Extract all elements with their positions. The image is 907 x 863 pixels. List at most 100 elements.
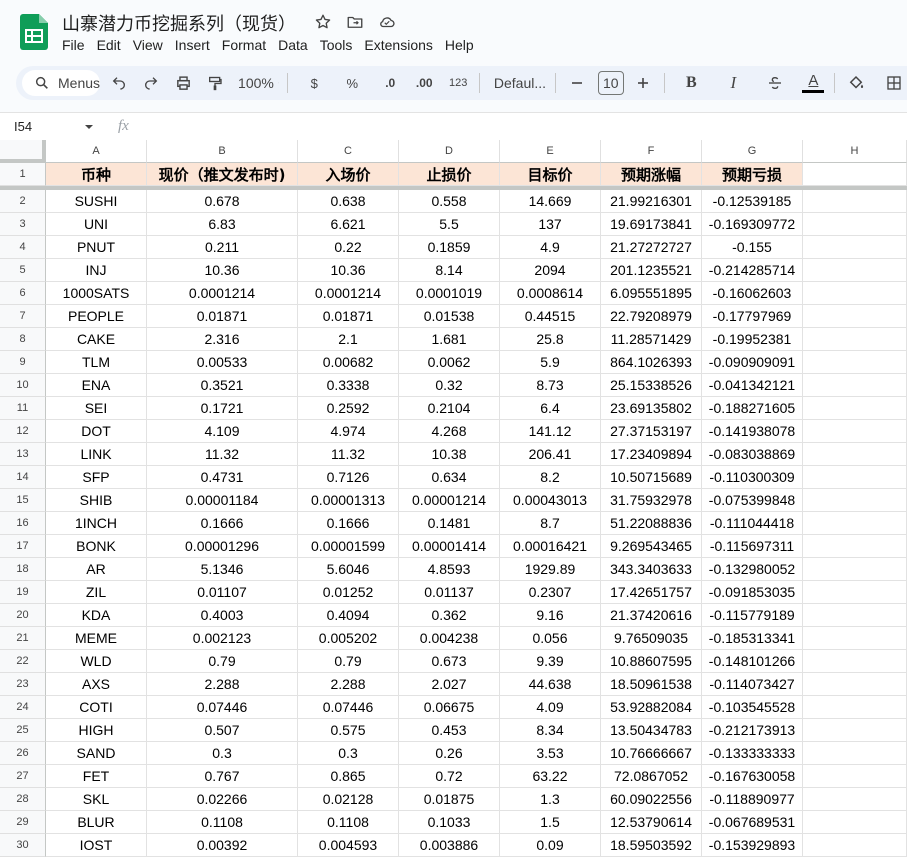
sheets-logo-icon[interactable] bbox=[20, 14, 48, 50]
table-cell[interactable]: KDA bbox=[46, 604, 147, 627]
menu-help[interactable]: Help bbox=[445, 35, 480, 55]
table-cell[interactable]: 18.59503592 bbox=[601, 834, 702, 857]
table-cell[interactable]: -0.214285714 bbox=[702, 259, 803, 282]
table-cell[interactable]: 0.09 bbox=[500, 834, 601, 857]
table-cell[interactable]: 1.681 bbox=[399, 328, 500, 351]
row-header[interactable]: 29 bbox=[0, 811, 46, 834]
table-cell[interactable]: 9.76509035 bbox=[601, 627, 702, 650]
table-cell[interactable]: -0.111044418 bbox=[702, 512, 803, 535]
table-cell[interactable]: 0.507 bbox=[147, 719, 298, 742]
table-cell[interactable] bbox=[803, 163, 907, 186]
table-cell[interactable]: 0.07446 bbox=[147, 696, 298, 719]
table-cell[interactable]: 6.4 bbox=[500, 397, 601, 420]
table-cell[interactable]: 864.1026393 bbox=[601, 351, 702, 374]
text-color-button[interactable]: A bbox=[800, 70, 826, 96]
decrease-decimal-button[interactable]: .0 bbox=[377, 70, 403, 96]
table-cell[interactable]: INJ bbox=[46, 259, 147, 282]
row-header[interactable]: 2 bbox=[0, 190, 46, 213]
row-header[interactable]: 20 bbox=[0, 604, 46, 627]
star-icon[interactable] bbox=[312, 11, 334, 33]
table-cell[interactable]: 0.558 bbox=[399, 190, 500, 213]
table-cell[interactable]: 9.269543465 bbox=[601, 535, 702, 558]
column-title-cell[interactable]: 预期亏损 bbox=[702, 163, 803, 186]
table-cell[interactable]: TLM bbox=[46, 351, 147, 374]
table-cell[interactable]: 21.27272727 bbox=[601, 236, 702, 259]
table-cell[interactable]: -0.133333333 bbox=[702, 742, 803, 765]
table-cell[interactable]: 4.109 bbox=[147, 420, 298, 443]
table-cell[interactable]: SHIB bbox=[46, 489, 147, 512]
print-button[interactable] bbox=[170, 70, 196, 96]
decrease-font-size-button[interactable] bbox=[564, 70, 590, 96]
row-header[interactable]: 10 bbox=[0, 374, 46, 397]
row-header[interactable]: 23 bbox=[0, 673, 46, 696]
table-cell[interactable]: 5.5 bbox=[399, 213, 500, 236]
table-cell[interactable]: 11.28571429 bbox=[601, 328, 702, 351]
table-cell[interactable]: 0.00533 bbox=[147, 351, 298, 374]
table-cell[interactable]: 0.767 bbox=[147, 765, 298, 788]
table-cell[interactable]: SAND bbox=[46, 742, 147, 765]
table-cell[interactable]: 0.00001296 bbox=[147, 535, 298, 558]
table-cell[interactable]: 0.638 bbox=[298, 190, 399, 213]
table-cell[interactable]: 0.002123 bbox=[147, 627, 298, 650]
table-cell[interactable]: 14.669 bbox=[500, 190, 601, 213]
table-cell[interactable]: LINK bbox=[46, 443, 147, 466]
fill-color-button[interactable] bbox=[843, 70, 869, 96]
table-cell[interactable]: 0.4003 bbox=[147, 604, 298, 627]
table-cell[interactable]: 13.50434783 bbox=[601, 719, 702, 742]
more-formats-button[interactable]: 123 bbox=[445, 70, 471, 96]
table-cell[interactable]: 8.14 bbox=[399, 259, 500, 282]
row-header[interactable]: 22 bbox=[0, 650, 46, 673]
table-cell[interactable] bbox=[803, 719, 907, 742]
row-header[interactable]: 3 bbox=[0, 213, 46, 236]
italic-button[interactable]: I bbox=[720, 70, 746, 96]
table-cell[interactable]: -0.153929893 bbox=[702, 834, 803, 857]
table-cell[interactable]: 12.53790614 bbox=[601, 811, 702, 834]
table-cell[interactable] bbox=[803, 443, 907, 466]
table-cell[interactable]: 2.288 bbox=[147, 673, 298, 696]
table-cell[interactable]: BONK bbox=[46, 535, 147, 558]
table-cell[interactable]: 0.79 bbox=[147, 650, 298, 673]
table-cell[interactable]: 72.0867052 bbox=[601, 765, 702, 788]
menu-data[interactable]: Data bbox=[278, 35, 314, 55]
table-cell[interactable]: 60.09022556 bbox=[601, 788, 702, 811]
table-cell[interactable] bbox=[803, 696, 907, 719]
table-cell[interactable]: -0.132980052 bbox=[702, 558, 803, 581]
table-cell[interactable] bbox=[803, 742, 907, 765]
column-title-cell[interactable]: 止损价 bbox=[399, 163, 500, 186]
column-header-a[interactable]: A bbox=[46, 140, 147, 163]
row-header[interactable]: 6 bbox=[0, 282, 46, 305]
menu-format[interactable]: Format bbox=[222, 35, 272, 55]
table-cell[interactable]: 0.3338 bbox=[298, 374, 399, 397]
table-cell[interactable]: 22.79208979 bbox=[601, 305, 702, 328]
table-cell[interactable]: 2094 bbox=[500, 259, 601, 282]
table-cell[interactable]: 9.39 bbox=[500, 650, 601, 673]
move-folder-icon[interactable] bbox=[344, 11, 366, 33]
row-header[interactable]: 11 bbox=[0, 397, 46, 420]
table-cell[interactable]: 0.453 bbox=[399, 719, 500, 742]
table-cell[interactable]: -0.091853035 bbox=[702, 581, 803, 604]
table-cell[interactable]: -0.185313341 bbox=[702, 627, 803, 650]
currency-format-button[interactable]: $ bbox=[301, 70, 327, 96]
table-cell[interactable]: 0.02266 bbox=[147, 788, 298, 811]
table-cell[interactable]: UNI bbox=[46, 213, 147, 236]
table-cell[interactable]: ZIL bbox=[46, 581, 147, 604]
table-cell[interactable]: 0.02128 bbox=[298, 788, 399, 811]
table-cell[interactable]: 1000SATS bbox=[46, 282, 147, 305]
table-cell[interactable]: 0.2307 bbox=[500, 581, 601, 604]
table-cell[interactable]: AXS bbox=[46, 673, 147, 696]
table-cell[interactable] bbox=[803, 627, 907, 650]
table-cell[interactable] bbox=[803, 466, 907, 489]
table-cell[interactable]: 2.316 bbox=[147, 328, 298, 351]
table-cell[interactable]: 4.268 bbox=[399, 420, 500, 443]
table-cell[interactable]: DOT bbox=[46, 420, 147, 443]
table-cell[interactable] bbox=[803, 420, 907, 443]
table-cell[interactable]: 0.1033 bbox=[399, 811, 500, 834]
row-header[interactable]: 4 bbox=[0, 236, 46, 259]
table-cell[interactable]: 10.88607595 bbox=[601, 650, 702, 673]
table-cell[interactable]: 23.69135802 bbox=[601, 397, 702, 420]
table-cell[interactable] bbox=[803, 305, 907, 328]
table-cell[interactable] bbox=[803, 604, 907, 627]
table-cell[interactable]: -0.090909091 bbox=[702, 351, 803, 374]
row-header[interactable]: 9 bbox=[0, 351, 46, 374]
table-cell[interactable]: 0.00682 bbox=[298, 351, 399, 374]
